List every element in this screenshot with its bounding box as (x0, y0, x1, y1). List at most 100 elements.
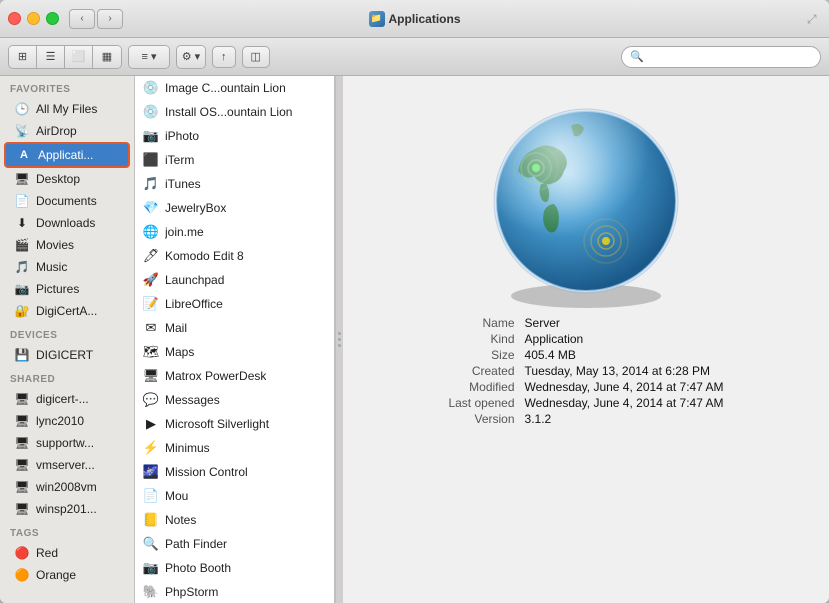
sidebar-item-label: AirDrop (36, 124, 77, 138)
divider-dot (338, 344, 341, 347)
minimize-button[interactable] (27, 12, 40, 25)
sidebar-item-music[interactable]: 🎵 Music (4, 256, 130, 278)
file-item[interactable]: 🔍 Path Finder (135, 532, 334, 556)
sidebar-item-label: Documents (36, 194, 97, 208)
kind-label: Kind (448, 332, 514, 346)
file-item[interactable]: 🐘 PhpStorm (135, 580, 334, 603)
action-group: ⚙ ▾ (176, 45, 206, 69)
file-item[interactable]: 🌐 join.me (135, 220, 334, 244)
movies-icon: 🎬 (14, 237, 30, 253)
sidebar-item-label: All My Files (36, 102, 97, 116)
cover-flow-button[interactable]: ▦ (93, 46, 121, 68)
sidebar-item-vmserver[interactable]: 🖥 vmserver... (4, 454, 130, 476)
file-item-name: Mail (165, 321, 187, 335)
close-button[interactable] (8, 12, 21, 25)
resize-handle[interactable] (335, 76, 343, 603)
sidebar-item-documents[interactable]: 📄 Documents (4, 190, 130, 212)
column-view-button[interactable]: ⬜ (65, 46, 93, 68)
sidebar-item-digicert-a[interactable]: 🔐 DigiCertA... (4, 300, 130, 322)
icon-view-button[interactable]: ⊞ (9, 46, 37, 68)
version-value: 3.1.2 (525, 412, 724, 426)
file-item[interactable]: 🖥 Matrox PowerDesk (135, 364, 334, 388)
arrange-button[interactable]: ≡ ▾ (129, 46, 169, 68)
maximize-button[interactable] (46, 12, 59, 25)
name-label: Name (448, 316, 514, 330)
sidebar-item-label: Pictures (36, 282, 79, 296)
modified-value: Wednesday, June 4, 2014 at 7:47 AM (525, 380, 724, 394)
search-box[interactable]: 🔍 (621, 46, 821, 68)
airdrop-icon: 📡 (14, 123, 30, 139)
sidebar-item-downloads[interactable]: ⬇ Downloads (4, 212, 130, 234)
preview-pane: Name Server Kind Application Size 405.4 … (343, 76, 829, 603)
resize-button[interactable]: ⤢ (807, 12, 821, 26)
sidebar-item-all-my-files[interactable]: 🕒 All My Files (4, 98, 130, 120)
sidebar-item-label: DIGICERT (36, 348, 93, 362)
file-item[interactable]: 🎵 iTunes (135, 172, 334, 196)
server-icon: 🖥 (14, 435, 30, 451)
file-item[interactable]: 🖊 Komodo Edit 8 (135, 244, 334, 268)
file-icon: ⚡ (143, 440, 159, 456)
sidebar-item-desktop[interactable]: 🖥 Desktop (4, 168, 130, 190)
arrange2-button[interactable]: ◫ (242, 46, 270, 68)
sidebar-item-red[interactable]: 🔴 Red (4, 542, 130, 564)
divider-dot (338, 332, 341, 335)
sidebar-item-label: supportw... (36, 436, 94, 450)
file-item[interactable]: 📷 iPhoto (135, 124, 334, 148)
sidebar-item-digicert[interactable]: 💾 DIGICERT (4, 344, 130, 366)
file-item[interactable]: 🌌 Mission Control (135, 460, 334, 484)
file-item[interactable]: 📒 Notes (135, 508, 334, 532)
sidebar-item-label: winsp201... (36, 502, 97, 516)
applications-icon: A (16, 147, 32, 163)
server-icon: 🖥 (14, 391, 30, 407)
version-label: Version (448, 412, 514, 426)
file-item[interactable]: 💿 Image C...ountain Lion (135, 76, 334, 100)
file-icon: 🐘 (143, 584, 159, 600)
size-label: Size (448, 348, 514, 362)
file-icon: 📷 (143, 560, 159, 576)
share-button[interactable]: ↑ (212, 46, 236, 68)
action-button[interactable]: ⚙ ▾ (177, 46, 205, 68)
folder-icon: 📁 (368, 11, 384, 27)
search-icon: 🔍 (630, 50, 644, 63)
file-item-name: LibreOffice (165, 297, 223, 311)
file-item[interactable]: 💿 Install OS...ountain Lion (135, 100, 334, 124)
file-item[interactable]: ✉ Mail (135, 316, 334, 340)
forward-button[interactable]: › (97, 9, 123, 29)
window-title: 📁 Applications (368, 11, 460, 27)
sidebar-item-applications[interactable]: A Applicati... (4, 142, 130, 168)
arrange-group: ≡ ▾ (128, 45, 170, 69)
sidebar-item-pictures[interactable]: 📷 Pictures (4, 278, 130, 300)
file-item-name: Microsoft Silverlight (165, 417, 269, 431)
file-item[interactable]: ⚡ Minimus (135, 436, 334, 460)
sidebar-item-win2008vm[interactable]: 🖥 win2008vm (4, 476, 130, 498)
sidebar: FAVORITES 🕒 All My Files 📡 AirDrop A App… (0, 76, 135, 603)
file-item[interactable]: ▶ Microsoft Silverlight (135, 412, 334, 436)
file-item[interactable]: 🚀 Launchpad (135, 268, 334, 292)
documents-icon: 📄 (14, 193, 30, 209)
search-input[interactable] (647, 50, 812, 64)
app-icon-large (476, 96, 696, 316)
sidebar-item-movies[interactable]: 🎬 Movies (4, 234, 130, 256)
file-item[interactable]: 📝 LibreOffice (135, 292, 334, 316)
file-item-name: join.me (165, 225, 204, 239)
file-item[interactable]: 📄 Mou (135, 484, 334, 508)
list-view-button[interactable]: ☰ (37, 46, 65, 68)
sidebar-item-winsp201[interactable]: 🖥 winsp201... (4, 498, 130, 520)
file-item[interactable]: 💬 Messages (135, 388, 334, 412)
file-item[interactable]: ⬛ iTerm (135, 148, 334, 172)
sidebar-item-label: Red (36, 546, 58, 560)
file-item[interactable]: 🗺 Maps (135, 340, 334, 364)
file-item-name: iTerm (165, 153, 194, 167)
sidebar-item-supportw[interactable]: 🖥 supportw... (4, 432, 130, 454)
file-item-name: Install OS...ountain Lion (165, 105, 292, 119)
sidebar-item-lync2010[interactable]: 🖥 lync2010 (4, 410, 130, 432)
file-item[interactable]: 💎 JewelryBox (135, 196, 334, 220)
file-item[interactable]: 📷 Photo Booth (135, 556, 334, 580)
sidebar-item-orange[interactable]: 🟠 Orange (4, 564, 130, 586)
server-icon: 🖥 (14, 413, 30, 429)
pictures-icon: 📷 (14, 281, 30, 297)
sidebar-item-label: vmserver... (36, 458, 95, 472)
sidebar-item-digicert-shared[interactable]: 🖥 digicert-... (4, 388, 130, 410)
back-button[interactable]: ‹ (69, 9, 95, 29)
sidebar-item-airdrop[interactable]: 📡 AirDrop (4, 120, 130, 142)
